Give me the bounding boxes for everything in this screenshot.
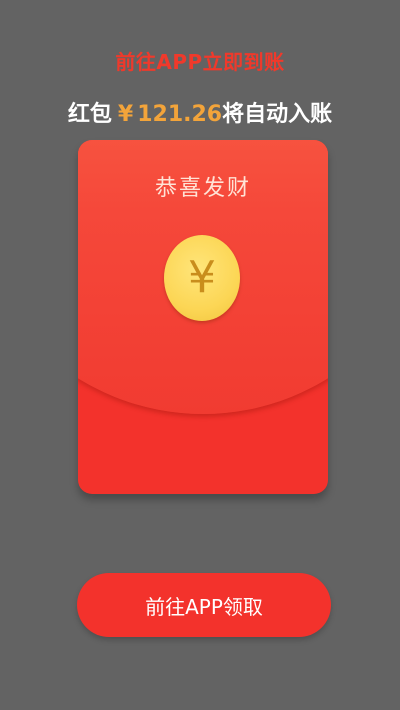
yen-coin-icon[interactable]: ¥ <box>164 235 240 321</box>
coin-symbol: ¥ <box>188 252 216 303</box>
headline: 前往APP立即到账 <box>115 50 285 74</box>
envelope-title: 恭喜发财 <box>154 176 251 201</box>
red-envelope[interactable]: 恭喜发财 ¥ <box>78 140 328 494</box>
amount-prefix: 红包 <box>67 102 112 127</box>
currency-symbol: ¥ <box>117 102 134 127</box>
amount-value: 121.26 <box>137 102 223 127</box>
amount-suffix: 将自动入账 <box>222 102 333 127</box>
amount-line: 红包 ¥121.26将自动入账 <box>0 96 400 128</box>
claim-button[interactable]: 前往APP领取 <box>77 573 331 637</box>
